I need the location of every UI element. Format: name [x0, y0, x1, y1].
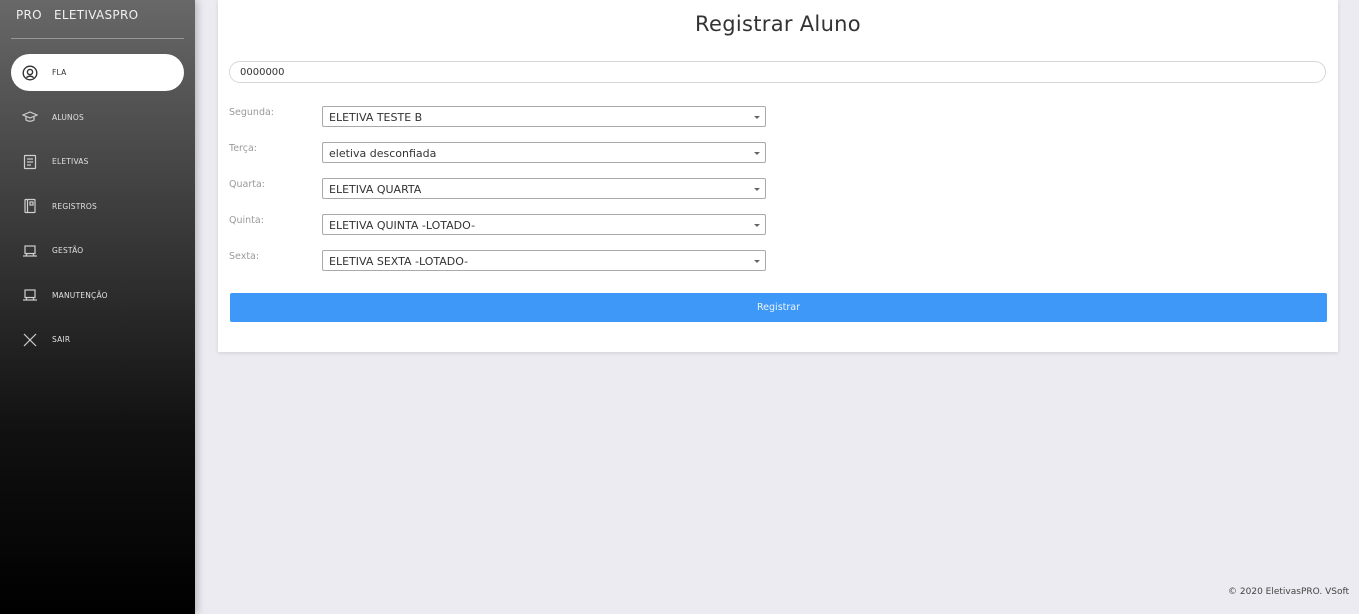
select-value: ELETIVA QUINTA -LOTADO- [329, 219, 476, 232]
student-id-input[interactable] [229, 61, 1326, 83]
sidebar-item-label: FLA [52, 68, 67, 77]
laptop-icon [22, 243, 38, 259]
day-label: Segunda: [229, 107, 274, 118]
notebook-icon [22, 198, 38, 214]
sidebar: PRO ELETIVASPRO FLA ALUNOS ELETIVAS REGI… [0, 0, 195, 614]
quinta-select[interactable]: ELETIVA QUINTA -LOTADO- [322, 214, 766, 235]
brand-name: ELETIVASPRO [54, 8, 139, 22]
sidebar-item-registros[interactable]: REGISTROS [11, 188, 184, 225]
caret-down-icon [754, 152, 760, 155]
day-label: Quarta: [229, 179, 265, 190]
caret-down-icon [754, 224, 760, 227]
caret-down-icon [754, 188, 760, 191]
sidebar-item-alunos[interactable]: ALUNOS [11, 99, 184, 136]
select-value: ELETIVA TESTE B [329, 111, 423, 124]
register-button[interactable]: Registrar [230, 293, 1327, 322]
segunda-select[interactable]: ELETIVA TESTE B [322, 106, 766, 127]
sidebar-item-label: SAIR [52, 335, 71, 344]
sidebar-item-eletivas[interactable]: ELETIVAS [11, 143, 184, 180]
caret-down-icon [754, 260, 760, 263]
register-card: Registrar Aluno Segunda: ELETIVA TESTE B… [218, 0, 1338, 352]
sidebar-item-label: REGISTROS [52, 201, 97, 211]
close-icon [22, 332, 38, 348]
sidebar-item-label: ALUNOS [52, 112, 84, 122]
sidebar-item-fla[interactable]: FLA [11, 54, 184, 91]
sidebar-nav: FLA ALUNOS ELETIVAS REGISTROS GESTÃO MAN… [11, 54, 184, 366]
sidebar-item-label: MANUTENÇÃO [52, 290, 108, 300]
select-value: eletiva desconfiada [329, 147, 437, 160]
sidebar-item-manutencao[interactable]: MANUTENÇÃO [11, 277, 184, 314]
sidebar-item-sair[interactable]: SAIR [11, 321, 184, 358]
laptop-icon [22, 287, 38, 303]
quarta-select[interactable]: ELETIVA QUARTA [322, 178, 766, 199]
brand[interactable]: PRO ELETIVASPRO [16, 8, 138, 22]
day-label: Terça: [229, 143, 257, 154]
brand-logo: PRO [16, 8, 42, 22]
page-title: Registrar Aluno [695, 12, 861, 36]
day-label: Quinta: [229, 215, 264, 226]
select-value: ELETIVA SEXTA -LOTADO- [329, 255, 469, 268]
user-circle-icon [22, 64, 38, 81]
footer-copyright: © 2020 EletivasPRO. VSoft [1228, 587, 1349, 597]
caret-down-icon [754, 116, 760, 119]
sexta-select[interactable]: ELETIVA SEXTA -LOTADO- [322, 250, 766, 271]
day-label: Sexta: [229, 251, 260, 262]
sidebar-item-label: GESTÃO [52, 246, 84, 255]
document-icon [22, 154, 38, 170]
sidebar-item-gestao[interactable]: GESTÃO [11, 232, 184, 269]
sidebar-divider [11, 38, 184, 39]
terca-select[interactable]: eletiva desconfiada [322, 142, 766, 163]
select-value: ELETIVA QUARTA [329, 183, 422, 196]
graduation-cap-icon [22, 109, 38, 125]
sidebar-item-label: ELETIVAS [52, 157, 89, 166]
